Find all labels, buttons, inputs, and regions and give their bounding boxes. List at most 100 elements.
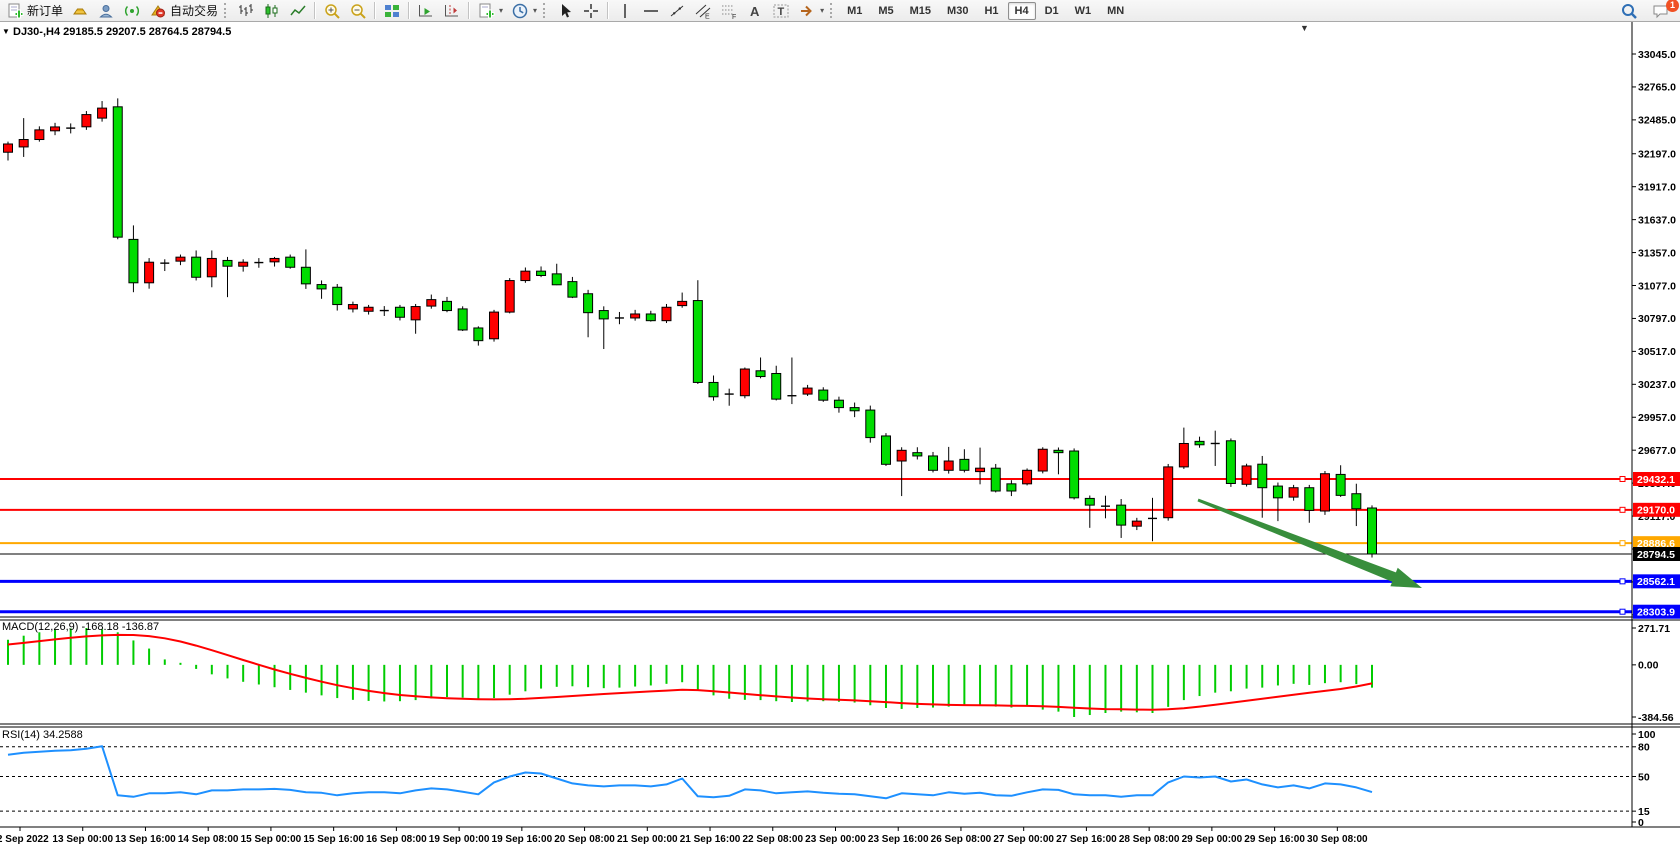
up-candle: [348, 305, 357, 309]
chart-shift-marker-icon[interactable]: ▼: [1300, 23, 1309, 33]
notification-badge: 1: [1666, 0, 1679, 12]
down-candle: [693, 301, 702, 383]
down-candle: [1352, 494, 1361, 509]
price-tick-label: 31917.0: [1638, 181, 1676, 193]
tile-windows-button[interactable]: [379, 2, 405, 20]
hline-handle[interactable]: [1620, 609, 1625, 614]
down-candle: [442, 301, 451, 310]
price-tick-label: 30797.0: [1638, 313, 1676, 325]
up-candle: [207, 258, 216, 276]
templates-dropdown-icon[interactable]: ▾: [499, 6, 503, 15]
zoom-in-button[interactable]: [319, 2, 345, 20]
up-candle: [976, 468, 985, 471]
price-tick-label: 29677.0: [1638, 445, 1676, 457]
line-chart-button[interactable]: [285, 2, 311, 20]
down-candle: [1336, 474, 1345, 495]
tf-m5-button[interactable]: M5: [871, 2, 900, 20]
down-candle: [223, 260, 232, 266]
rsi-tick-label: 50: [1638, 771, 1650, 783]
tf-m1-button[interactable]: M1: [840, 2, 869, 20]
bars-chart-button[interactable]: [233, 2, 259, 20]
price-tick-label: 32485.0: [1638, 115, 1676, 127]
arrows-dropdown-icon[interactable]: ▾: [820, 6, 824, 15]
hline-handle[interactable]: [1620, 541, 1625, 546]
down-candle: [584, 294, 593, 313]
macd-indicator-label: MACD(12,26,9) -168.18 -136.87: [2, 621, 159, 633]
up-candle: [631, 314, 640, 318]
up-candle: [490, 312, 499, 339]
trendline-button[interactable]: [664, 2, 690, 20]
time-tick-label: 21 Sep 00:00: [617, 834, 678, 845]
price-tick-label: 32197.0: [1638, 149, 1676, 161]
text-label-button[interactable]: T: [768, 2, 794, 20]
tf-h4-button[interactable]: H4: [1008, 2, 1036, 20]
time-tick-label: 21 Sep 16:00: [680, 834, 741, 845]
chart-canvas[interactable]: 33045.032765.032485.032197.031917.031637…: [0, 0, 1680, 845]
down-candle: [1070, 451, 1079, 498]
up-candle: [1320, 474, 1329, 511]
down-candle: [286, 257, 295, 267]
signal-button[interactable]: [119, 2, 145, 20]
new-order-button[interactable]: 新订单: [2, 2, 67, 20]
scroll-group: [413, 0, 465, 22]
auto-scroll-button[interactable]: [413, 2, 439, 20]
time-tick-label: 19 Sep 00:00: [429, 834, 490, 845]
tf-m15-button[interactable]: M15: [903, 2, 938, 20]
accounts-button[interactable]: [93, 2, 119, 20]
arrows-button[interactable]: ▾: [794, 2, 828, 20]
down-candle: [913, 453, 922, 456]
up-candle: [364, 307, 373, 311]
down-candle: [1054, 450, 1063, 452]
down-candle: [1226, 441, 1235, 484]
zoom-out-button[interactable]: [345, 2, 371, 20]
price-tick-label: 29957.0: [1638, 412, 1676, 424]
autotrade-icon: [149, 2, 167, 20]
price-tick-label: 31077.0: [1638, 280, 1676, 292]
autotrade-button[interactable]: 自动交易: [145, 2, 222, 20]
crosshair-button[interactable]: [578, 2, 604, 20]
tf-h1-button[interactable]: H1: [977, 2, 1005, 20]
hline-handle[interactable]: [1620, 476, 1625, 481]
chart-background: [0, 22, 1680, 845]
hline-handle[interactable]: [1620, 579, 1625, 584]
chart-title-ohlc: DJ30-,H4 29185.5 29207.5 28764.5 28794.5: [13, 26, 231, 38]
toolbar-separator: [468, 2, 470, 19]
horizontal-line-button[interactable]: [638, 2, 664, 20]
fibonacci-button[interactable]: F: [716, 2, 742, 20]
chart-shift-icon: [443, 2, 461, 20]
up-candle: [82, 115, 91, 127]
text-button[interactable]: A: [742, 2, 768, 20]
cursor-button[interactable]: [552, 2, 578, 20]
zoom-in-icon: [323, 2, 341, 20]
vertical-line-icon: [616, 2, 634, 20]
periods-button[interactable]: ▾: [507, 2, 541, 20]
down-candle: [819, 390, 828, 400]
search-button[interactable]: [1616, 2, 1642, 20]
notifications-button[interactable]: 1: [1648, 2, 1674, 20]
toolbar-separator: [374, 2, 376, 19]
cursor-icon: [556, 2, 574, 20]
text-icon: A: [746, 2, 764, 20]
equidistant-channel-button[interactable]: E: [690, 2, 716, 20]
symbol-dropdown-icon[interactable]: ▼: [2, 27, 10, 36]
horizontal-line-icon: [642, 2, 660, 20]
vertical-line-button[interactable]: [612, 2, 638, 20]
time-tick-label: 27 Sep 00:00: [993, 834, 1054, 845]
hline-handle[interactable]: [1620, 507, 1625, 512]
tf-mn-button[interactable]: MN: [1100, 2, 1131, 20]
chart-shift-button[interactable]: [439, 2, 465, 20]
periods-dropdown-icon[interactable]: ▾: [533, 6, 537, 15]
down-candle: [552, 274, 561, 285]
zoom-out-icon: [349, 2, 367, 20]
tf-m30-button[interactable]: M30: [940, 2, 975, 20]
auto-scroll-icon: [417, 2, 435, 20]
rsi-indicator-label: RSI(14) 34.2588: [2, 729, 83, 741]
templates-icon: [477, 2, 495, 20]
templates-button[interactable]: ▾: [473, 2, 507, 20]
price-tick-label: 31357.0: [1638, 247, 1676, 259]
tf-d1-button[interactable]: D1: [1038, 2, 1066, 20]
candles-chart-button[interactable]: [259, 2, 285, 20]
tf-w1-button[interactable]: W1: [1068, 2, 1099, 20]
time-tick-label: 20 Sep 08:00: [554, 834, 615, 845]
metals-button[interactable]: [67, 2, 93, 20]
